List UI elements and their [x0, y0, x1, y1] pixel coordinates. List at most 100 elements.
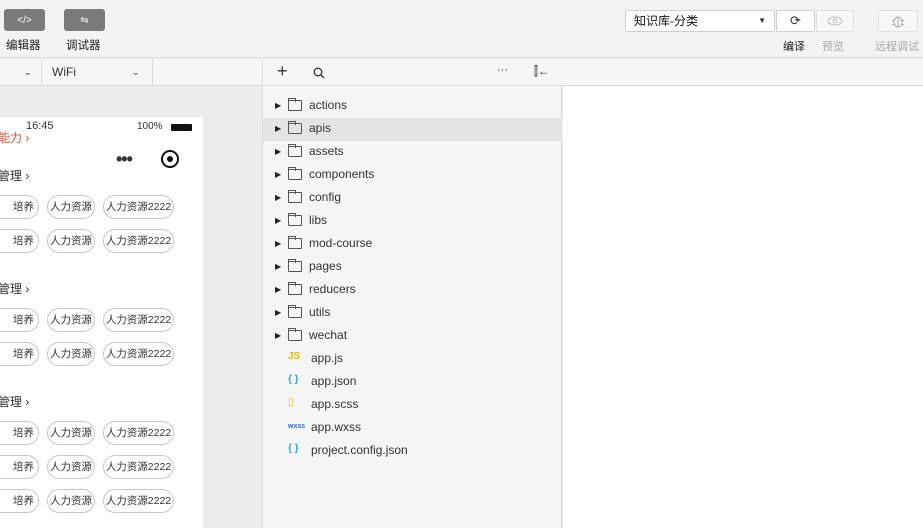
tag-pill[interactable]: 人力资源: [47, 489, 95, 513]
tag-pill[interactable]: 培养: [0, 195, 39, 219]
caret-right-icon: ▶: [275, 193, 282, 202]
compile-mode-value: 知识库-分类: [634, 14, 698, 28]
file-type-icon: ▯: [288, 397, 294, 408]
tree-item-label: app.scss: [311, 397, 359, 411]
caret-right-icon: ▶: [275, 170, 282, 179]
remote-debug-button[interactable]: [878, 10, 918, 32]
tag-pill[interactable]: 人力资源2222: [103, 308, 174, 332]
collapse-panel-icon[interactable]: ⫿←: [534, 64, 550, 79]
tag-pill[interactable]: 人力资源2222: [103, 421, 174, 445]
chevron-down-icon: ▼: [758, 16, 766, 25]
tree-item-label: project.config.json: [311, 443, 408, 457]
tree-file[interactable]: { } app.json: [263, 371, 562, 394]
preview-label: 预览: [822, 41, 844, 53]
device-select[interactable]: ⌄: [0, 59, 42, 85]
chevron-down-icon: ⌄: [24, 67, 32, 77]
tree-folder-apis[interactable]: ▶ apis: [263, 118, 562, 141]
tree-folder-components[interactable]: ▶ components: [263, 164, 562, 187]
tag-pill[interactable]: 人力资源2222: [103, 489, 174, 513]
tag-pill[interactable]: 人力资源2222: [103, 455, 174, 479]
folder-icon: [288, 144, 302, 157]
tag-pill[interactable]: 培养: [0, 489, 39, 513]
tree-item-label: app.wxss: [311, 420, 362, 434]
tag-pill[interactable]: 人力资源: [47, 455, 95, 479]
caret-right-icon: ▶: [275, 101, 282, 110]
caret-right-icon: ▶: [275, 331, 282, 340]
tree-folder-pages[interactable]: ▶ pages: [263, 256, 562, 279]
caret-right-icon: ▶: [275, 216, 282, 225]
folder-icon: [288, 190, 302, 203]
tree-item-label: app.json: [311, 374, 357, 388]
tag-pill[interactable]: 培养: [0, 421, 39, 445]
file-type-icon: JS: [288, 351, 301, 362]
tree-folder-reducers[interactable]: ▶ reducers: [263, 279, 562, 302]
tag-pill[interactable]: 培养: [0, 229, 39, 253]
top-toolbar: </> 编辑器 ⇋ 调试器 知识库-分类 ▼ ⟳ 编译 预览 远程调试: [0, 0, 923, 58]
tag-pill[interactable]: 人力资源2222: [103, 342, 174, 366]
capsule-menu: •••: [0, 145, 203, 175]
tree-item-label: pages: [309, 259, 342, 273]
tag-pill[interactable]: 人力资源: [47, 421, 95, 445]
editor-toggle-button[interactable]: </>: [4, 9, 45, 31]
remote-debug-label: 远程调试: [875, 41, 919, 53]
more-icon[interactable]: •••: [116, 149, 133, 170]
folder-icon: [288, 236, 302, 249]
caret-right-icon: ▶: [275, 239, 282, 248]
tree-folder-libs[interactable]: ▶ libs: [263, 210, 562, 233]
search-icon[interactable]: [313, 67, 325, 79]
tree-file[interactable]: ▯ app.scss: [263, 394, 562, 417]
folder-icon: [288, 167, 302, 180]
tag-pill[interactable]: 人力资源2222: [103, 229, 174, 253]
editor-label: 编辑器: [6, 40, 41, 52]
phone-screen: 16:45 100% 能力 › ••• 管理 › 培养 人力资源 人力资源2222 培养…: [0, 117, 203, 528]
file-type-icon: { }: [288, 443, 299, 454]
tree-file[interactable]: wxss app.wxss: [263, 417, 562, 440]
section-title[interactable]: 管理 ›: [0, 167, 29, 184]
tree-item-label: libs: [309, 213, 328, 227]
compile-button[interactable]: ⟳: [776, 10, 815, 32]
tag-pill[interactable]: 培养: [0, 308, 39, 332]
debugger-toggle-button[interactable]: ⇋: [64, 9, 105, 31]
folder-icon: [288, 98, 302, 111]
tree-item-label: mod-course: [309, 236, 373, 250]
tree-folder-config[interactable]: ▶ config: [263, 187, 562, 210]
more-icon[interactable]: ···: [497, 64, 508, 76]
tag-pill[interactable]: 人力资源: [47, 229, 95, 253]
tag-pill[interactable]: 培养: [0, 342, 39, 366]
tree-item-label: components: [309, 167, 375, 181]
tag-pill[interactable]: 人力资源: [47, 342, 95, 366]
compile-label: 编译: [783, 41, 805, 53]
tag-pill[interactable]: 人力资源: [47, 195, 95, 219]
file-tree-panel: + ··· ⫿← ▶ actions ▶ apis ▶ assets ▶ components…: [262, 59, 563, 528]
tree-folder-actions[interactable]: ▶ actions: [263, 95, 562, 118]
tag-pill[interactable]: 人力资源2222: [103, 195, 174, 219]
tag-pill[interactable]: 培养: [0, 455, 39, 479]
top-link[interactable]: 能力 ›: [0, 129, 29, 146]
compile-mode-select[interactable]: 知识库-分类 ▼: [625, 10, 775, 32]
battery-icon: [171, 124, 192, 131]
network-select[interactable]: WiFi ⌄: [42, 59, 153, 85]
folder-icon: [288, 282, 302, 295]
tree-folder-mod-course[interactable]: ▶ mod-course: [263, 233, 562, 256]
add-icon[interactable]: +: [277, 61, 288, 82]
tree-folder-wechat[interactable]: ▶ wechat: [263, 325, 562, 348]
tree-file[interactable]: JS app.js: [263, 348, 562, 371]
tree-folder-utils[interactable]: ▶ utils: [263, 302, 562, 325]
close-mini-program-icon[interactable]: [161, 150, 179, 168]
tag-pill[interactable]: 人力资源: [47, 308, 95, 332]
tree-item-label: config: [309, 190, 342, 204]
tree-item-label: reducers: [309, 282, 356, 296]
folder-icon: [288, 305, 302, 318]
tree-file[interactable]: { } project.config.json: [263, 440, 562, 463]
tree-item-label: assets: [309, 144, 344, 158]
preview-button[interactable]: [816, 10, 854, 32]
caret-right-icon: ▶: [275, 308, 282, 317]
tree-folder-assets[interactable]: ▶ assets: [263, 141, 562, 164]
editor-tab-bar: [563, 59, 923, 86]
tree-item-label: apis: [309, 121, 332, 135]
section-title[interactable]: 管理 ›: [0, 280, 29, 297]
caret-right-icon: ▶: [275, 285, 282, 294]
section-title[interactable]: 管理 ›: [0, 393, 29, 410]
tree-item-label: actions: [309, 98, 348, 112]
file-tree-toolbar: + ··· ⫿←: [263, 59, 563, 86]
